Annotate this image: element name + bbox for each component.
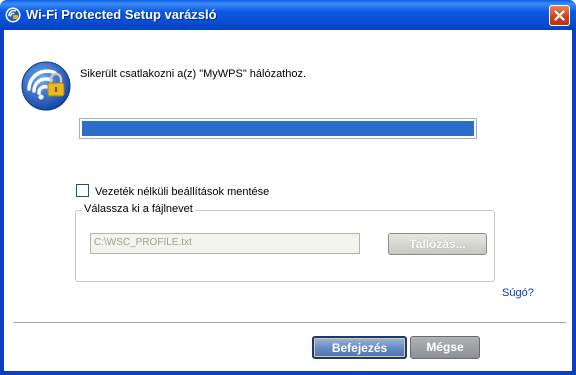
save-settings-row[interactable]: Vezeték nélküli beállítások mentése (76, 184, 269, 198)
wps-lock-icon (21, 61, 71, 111)
save-settings-label: Vezeték nélküli beállítások mentése (95, 186, 270, 198)
save-settings-checkbox[interactable] (76, 184, 89, 197)
close-button[interactable] (549, 5, 570, 26)
cancel-button[interactable]: Mégse (410, 336, 480, 359)
filename-group-legend: Válassza ki a fájlnevet (82, 203, 195, 215)
finish-button[interactable]: Befejezés (312, 336, 407, 359)
browse-button-label: Tallózás... (409, 237, 466, 251)
help-link[interactable]: Súgó? (502, 287, 534, 299)
file-path-input: C:\WSC_PROFILE.txt (90, 233, 360, 254)
status-message: Sikerült csatlakozni a(z) "MyWPS" hálóza… (80, 68, 307, 80)
wizard-content: Sikerült csatlakozni a(z) "MyWPS" hálóza… (4, 30, 572, 371)
footer-separator (14, 322, 566, 324)
title-bar[interactable]: Wi-Fi Protected Setup varázsló (0, 0, 576, 30)
browse-button: Tallózás... (388, 233, 487, 255)
window-title: Wi-Fi Protected Setup varázsló (26, 7, 217, 22)
wizard-window: Wi-Fi Protected Setup varázsló Sikerült … (0, 0, 576, 375)
progress-bar (79, 118, 477, 139)
filename-group: Válassza ki a fájlnevet C:\WSC_PROFILE.t… (75, 203, 495, 282)
close-icon (554, 10, 565, 21)
wps-app-icon (5, 7, 21, 23)
progress-fill (82, 121, 474, 136)
